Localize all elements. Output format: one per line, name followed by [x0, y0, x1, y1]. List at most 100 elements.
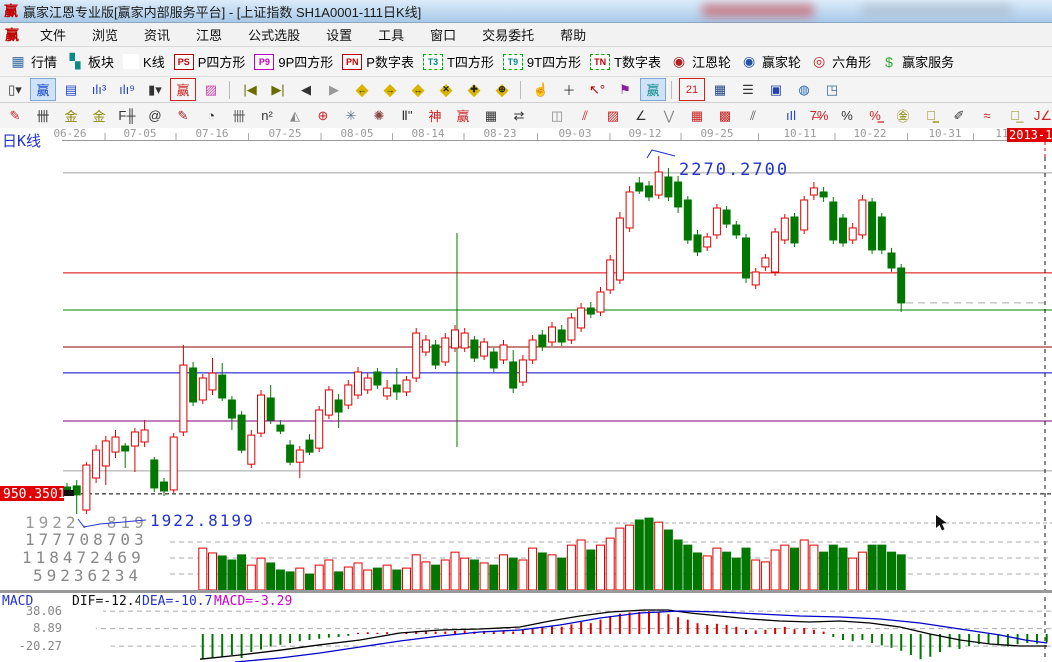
candle[interactable]: [616, 218, 623, 280]
volume-bar[interactable]: [412, 555, 420, 590]
toolbar-9P四方形[interactable]: P99P四方形: [254, 52, 333, 71]
volume-bar[interactable]: [742, 548, 750, 590]
volume-bar[interactable]: [199, 548, 207, 590]
candle[interactable]: [723, 210, 730, 224]
tool-nav-last-icon[interactable]: ▶|: [265, 78, 291, 101]
candle[interactable]: [219, 375, 226, 398]
draw-red-grid-1-icon[interactable]: ▦: [684, 104, 710, 127]
draw-target-circle-icon[interactable]: ⊕: [310, 104, 336, 127]
volume-bar[interactable]: [296, 568, 304, 590]
candle[interactable]: [646, 186, 653, 197]
toolbar-江恩轮[interactable]: ◉江恩轮: [670, 52, 731, 71]
volume-bar[interactable]: [849, 558, 857, 590]
menu-item-4[interactable]: 江恩: [183, 23, 235, 46]
candle[interactable]: [102, 441, 109, 466]
candle[interactable]: [287, 445, 294, 462]
candle[interactable]: [539, 335, 546, 347]
candle[interactable]: [306, 440, 313, 452]
kline-chart-canvas[interactable]: 06-2607-0507-1607-2508-0508-1408-2309-03…: [0, 128, 1052, 662]
candle[interactable]: [413, 333, 420, 378]
candle[interactable]: [752, 272, 759, 285]
candle[interactable]: [810, 188, 817, 195]
tool-winner-red-button-icon[interactable]: 赢: [170, 78, 196, 101]
volume-bar[interactable]: [810, 545, 818, 590]
draw-double-bar-icon[interactable]: Ⅱ": [394, 104, 420, 127]
volume-bar[interactable]: [752, 560, 760, 590]
candle[interactable]: [878, 217, 885, 250]
candle[interactable]: [684, 200, 691, 240]
candle[interactable]: [549, 327, 556, 342]
draw-red-grid-2-icon[interactable]: ▩: [712, 104, 738, 127]
candle[interactable]: [228, 400, 235, 418]
candle[interactable]: [490, 352, 497, 368]
toolbar-T数字表[interactable]: TNT数字表: [590, 52, 661, 71]
volume-bar[interactable]: [694, 553, 702, 590]
candle[interactable]: [364, 378, 371, 390]
candle[interactable]: [374, 372, 381, 385]
tool-crosshair-tool-icon[interactable]: ＋: [556, 78, 582, 101]
menu-item-2[interactable]: 浏览: [79, 23, 131, 46]
tool-pointer-erase-icon[interactable]: ↖°: [584, 78, 610, 101]
candle[interactable]: [83, 465, 90, 510]
volume-bar[interactable]: [655, 522, 663, 590]
candle[interactable]: [500, 345, 507, 360]
candle[interactable]: [519, 360, 526, 382]
candle[interactable]: [325, 390, 332, 415]
volume-bar[interactable]: [839, 548, 847, 590]
candle[interactable]: [345, 385, 352, 405]
draw-gold-lines-icon[interactable]: 金͇: [918, 104, 944, 127]
draw-red-fan-box-icon[interactable]: ▨: [600, 104, 626, 127]
candle[interactable]: [481, 342, 488, 356]
candle[interactable]: [898, 268, 905, 303]
candle[interactable]: [558, 330, 565, 342]
volume-bar[interactable]: [286, 572, 294, 590]
candle[interactable]: [743, 238, 750, 278]
menu-item-5[interactable]: 公式选股: [235, 23, 313, 46]
candle[interactable]: [801, 200, 808, 230]
candle[interactable]: [432, 345, 439, 365]
volume-bar[interactable]: [470, 560, 478, 590]
candle[interactable]: [869, 202, 876, 250]
volume-bar[interactable]: [606, 538, 614, 590]
candle[interactable]: [713, 208, 720, 235]
candle[interactable]: [762, 258, 769, 267]
candle[interactable]: [840, 218, 847, 243]
draw-comb-2-icon[interactable]: 卌: [226, 104, 252, 127]
candle[interactable]: [384, 388, 391, 396]
volume-bar[interactable]: [238, 555, 246, 590]
volume-bar[interactable]: [519, 560, 527, 590]
volume-bar[interactable]: [422, 562, 430, 590]
volume-bar[interactable]: [403, 568, 411, 590]
candle[interactable]: [131, 432, 138, 446]
volume-bar[interactable]: [529, 548, 537, 590]
volume-bar[interactable]: [567, 545, 575, 590]
volume-bar[interactable]: [723, 552, 731, 590]
volume-bar[interactable]: [558, 558, 566, 590]
volume-bar[interactable]: [393, 570, 401, 590]
volume-bar[interactable]: [635, 520, 643, 590]
candle[interactable]: [694, 235, 701, 252]
volume-bar[interactable]: [577, 540, 585, 590]
draw-dial-circle-icon[interactable]: ◔: [198, 104, 224, 127]
menu-item-9[interactable]: 交易委托: [469, 23, 547, 46]
volume-bar[interactable]: [684, 545, 692, 590]
tool-diamond-target-icon[interactable]: ◆⊕: [489, 79, 515, 101]
candle[interactable]: [587, 308, 594, 314]
menu-item-10[interactable]: 帮助: [547, 23, 599, 46]
volume-bar[interactable]: [829, 545, 837, 590]
candle[interactable]: [471, 340, 478, 358]
volume-bar[interactable]: [858, 552, 866, 590]
volume-bar[interactable]: [373, 568, 381, 590]
toolbar-六角形[interactable]: ◎六角形: [810, 52, 871, 71]
draw-door-frame-icon[interactable]: ◫: [544, 104, 570, 127]
tool-calendar-21-icon[interactable]: 21: [679, 78, 705, 101]
candle[interactable]: [791, 217, 798, 243]
volume-bar[interactable]: [325, 560, 333, 590]
volume-bar[interactable]: [645, 518, 653, 590]
candle[interactable]: [93, 450, 100, 478]
volume-bar[interactable]: [344, 567, 352, 590]
candle[interactable]: [141, 430, 148, 442]
draw-gold-circle-icon[interactable]: ㊎: [890, 104, 916, 127]
tool-globe-computer-icon[interactable]: ◍: [791, 78, 817, 101]
draw-web-2-icon[interactable]: ✺: [366, 104, 392, 127]
